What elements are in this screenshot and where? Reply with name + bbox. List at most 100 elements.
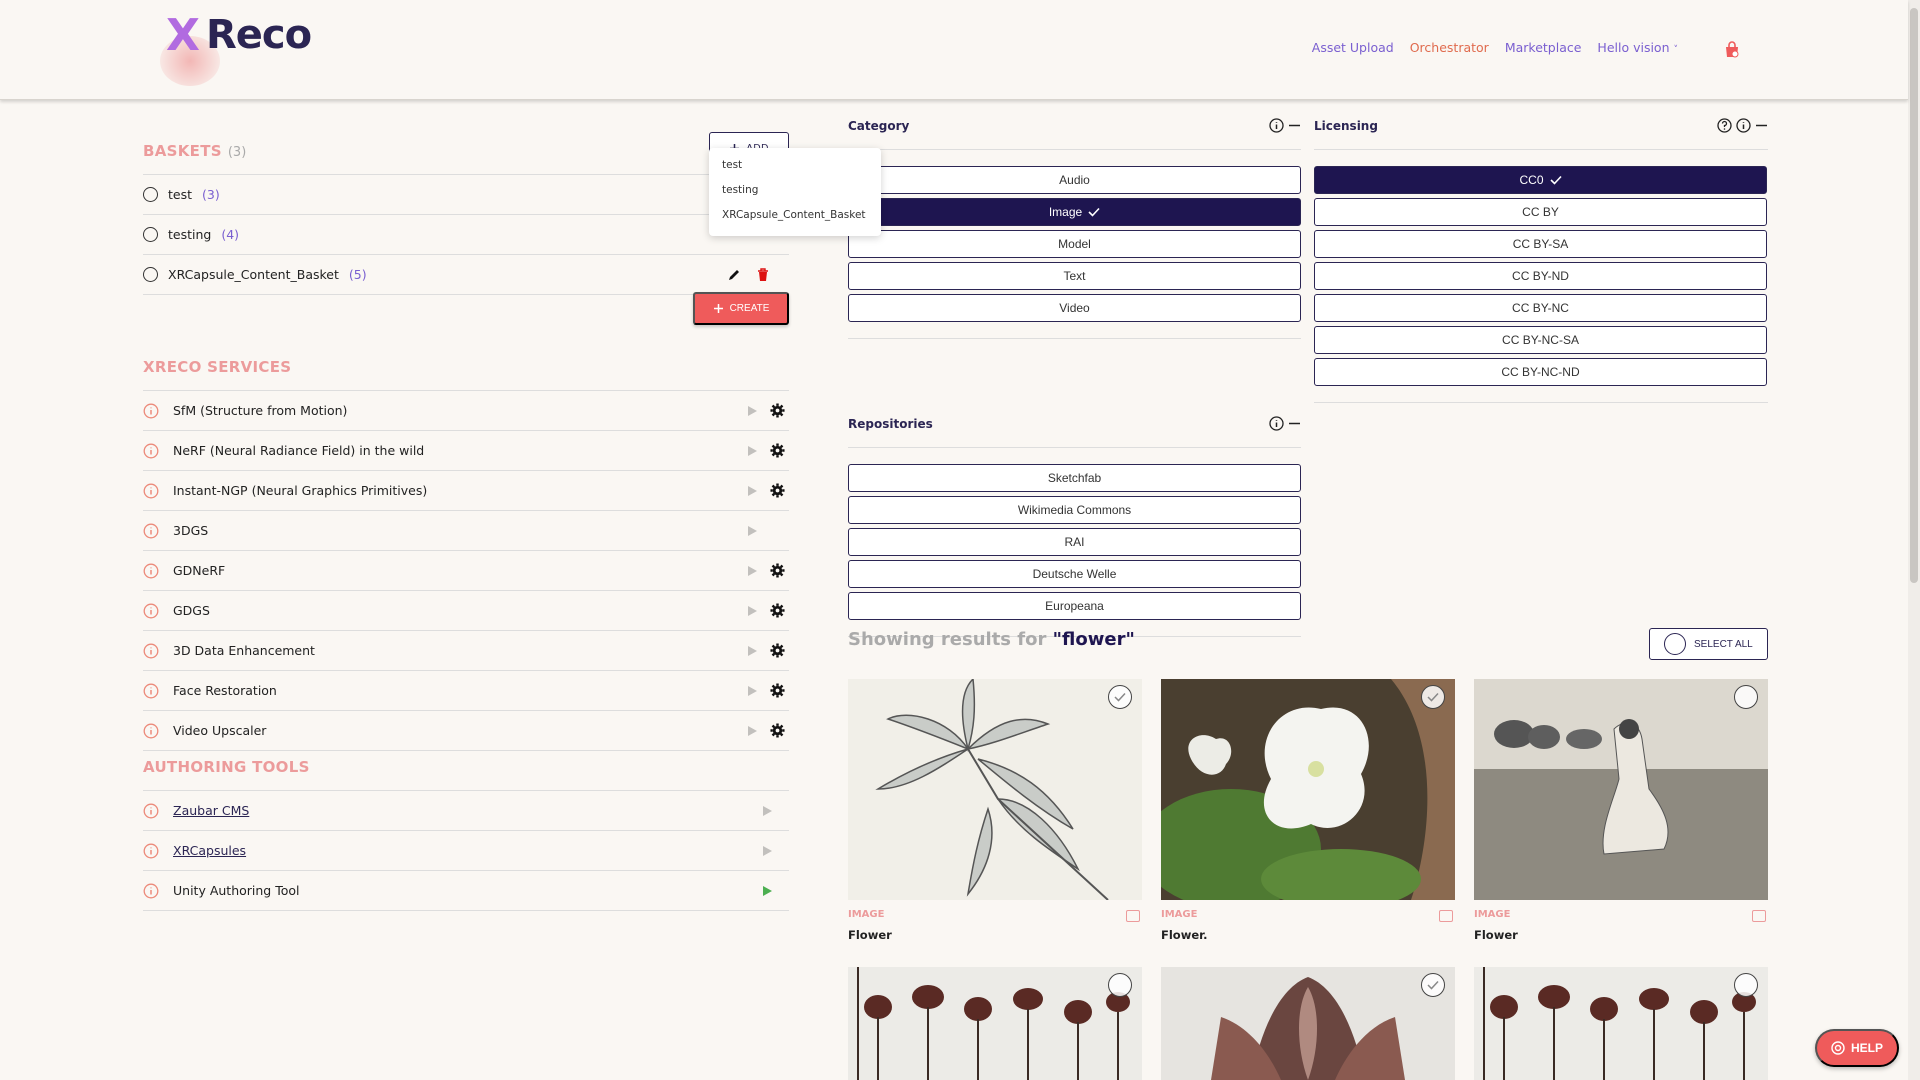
dropdown-item[interactable]: test bbox=[709, 154, 881, 179]
select-checkbox[interactable] bbox=[1108, 973, 1132, 997]
select-checkbox[interactable] bbox=[1734, 973, 1758, 997]
help-button[interactable]: HELP bbox=[1815, 1029, 1899, 1067]
info-icon[interactable] bbox=[1269, 416, 1284, 431]
repository-option[interactable]: Wikimedia Commons bbox=[848, 496, 1301, 524]
service-item[interactable]: Face Restoration bbox=[143, 671, 789, 711]
service-item[interactable]: GDNeRF bbox=[143, 551, 789, 591]
result-card[interactable] bbox=[1161, 967, 1455, 1080]
licensing-option[interactable]: CC0 bbox=[1314, 166, 1767, 194]
result-card[interactable] bbox=[1474, 967, 1768, 1080]
gear-icon[interactable] bbox=[770, 443, 785, 458]
basket-radio[interactable] bbox=[143, 267, 158, 282]
info-icon[interactable] bbox=[1269, 118, 1284, 133]
info-icon[interactable] bbox=[143, 603, 159, 619]
card-caption[interactable]: Flower. bbox=[1161, 928, 1208, 942]
info-icon[interactable] bbox=[143, 683, 159, 699]
play-icon[interactable] bbox=[746, 685, 758, 697]
play-icon[interactable] bbox=[746, 605, 758, 617]
info-icon[interactable] bbox=[143, 483, 159, 499]
play-icon[interactable] bbox=[746, 445, 758, 457]
authoring-item[interactable]: Unity Authoring Tool bbox=[143, 871, 789, 911]
play-icon[interactable] bbox=[761, 885, 773, 897]
authoring-name[interactable]: XRCapsules bbox=[173, 843, 246, 858]
info-icon[interactable] bbox=[143, 403, 159, 419]
category-option[interactable]: Video bbox=[848, 294, 1301, 322]
licensing-option[interactable]: CC BY-NC-SA bbox=[1314, 326, 1767, 354]
authoring-item[interactable]: Zaubar CMS bbox=[143, 791, 789, 831]
play-icon[interactable] bbox=[761, 805, 773, 817]
play-icon[interactable] bbox=[746, 565, 758, 577]
service-item[interactable]: Instant-NGP (Neural Graphics Primitives) bbox=[143, 471, 789, 511]
repository-option[interactable]: RAI bbox=[848, 528, 1301, 556]
category-option[interactable]: Image bbox=[848, 198, 1301, 226]
basket-row[interactable]: testing (4) bbox=[143, 215, 789, 255]
info-icon[interactable] bbox=[143, 523, 159, 539]
result-thumbnail[interactable] bbox=[848, 679, 1142, 900]
info-icon[interactable] bbox=[1736, 118, 1751, 133]
create-basket-button[interactable]: CREATE bbox=[693, 292, 789, 325]
gear-icon[interactable] bbox=[770, 603, 785, 618]
result-thumbnail[interactable] bbox=[1474, 679, 1768, 900]
info-icon[interactable] bbox=[143, 563, 159, 579]
play-icon[interactable] bbox=[746, 525, 758, 537]
repository-option[interactable]: Europeana bbox=[848, 592, 1301, 620]
result-thumbnail[interactable] bbox=[1161, 967, 1455, 1080]
select-all-button[interactable]: SELECT ALL bbox=[1649, 628, 1768, 660]
authoring-item[interactable]: XRCapsules bbox=[143, 831, 789, 871]
authoring-name[interactable]: Zaubar CMS bbox=[173, 803, 249, 818]
play-icon[interactable] bbox=[746, 485, 758, 497]
select-checkbox[interactable] bbox=[1421, 973, 1445, 997]
licensing-option[interactable]: CC BY-NC bbox=[1314, 294, 1767, 322]
gear-icon[interactable] bbox=[770, 683, 785, 698]
play-icon[interactable] bbox=[746, 725, 758, 737]
category-option[interactable]: Text bbox=[848, 262, 1301, 290]
nav-marketplace[interactable]: Marketplace bbox=[1505, 40, 1582, 55]
collapse-icon[interactable] bbox=[1288, 119, 1301, 132]
result-thumbnail[interactable] bbox=[1161, 679, 1455, 900]
nav-asset-upload[interactable]: Asset Upload bbox=[1312, 40, 1394, 55]
gear-icon[interactable] bbox=[770, 403, 785, 418]
repository-option[interactable]: Sketchfab bbox=[848, 464, 1301, 492]
licensing-option[interactable]: CC BY-SA bbox=[1314, 230, 1767, 258]
delete-trash-icon[interactable] bbox=[757, 267, 769, 282]
info-icon[interactable] bbox=[143, 723, 159, 739]
result-thumbnail[interactable] bbox=[848, 967, 1142, 1080]
result-thumbnail[interactable] bbox=[1474, 967, 1768, 1080]
result-card[interactable]: IMAGE Flower bbox=[848, 679, 1142, 942]
edit-pencil-icon[interactable] bbox=[727, 268, 741, 282]
service-item[interactable]: NeRF (Neural Radiance Field) in the wild bbox=[143, 431, 789, 471]
category-option[interactable]: Audio bbox=[848, 166, 1301, 194]
user-menu[interactable]: Hello vision ˅ bbox=[1597, 40, 1678, 55]
play-icon[interactable] bbox=[746, 645, 758, 657]
info-icon[interactable] bbox=[143, 643, 159, 659]
basket-radio[interactable] bbox=[143, 227, 158, 242]
licensing-option[interactable]: CC BY-NC-ND bbox=[1314, 358, 1767, 386]
basket-row[interactable]: XRCapsule_Content_Basket (5) bbox=[143, 255, 789, 295]
gear-icon[interactable] bbox=[770, 643, 785, 658]
collapse-icon[interactable] bbox=[1755, 119, 1768, 132]
licensing-option[interactable]: CC BY-ND bbox=[1314, 262, 1767, 290]
dropdown-item[interactable]: XRCapsule_Content_Basket bbox=[709, 204, 881, 229]
select-checkbox[interactable] bbox=[1108, 685, 1132, 709]
service-item[interactable]: 3D Data Enhancement bbox=[143, 631, 789, 671]
service-item[interactable]: GDGS bbox=[143, 591, 789, 631]
nav-orchestrator[interactable]: Orchestrator bbox=[1410, 40, 1489, 55]
select-checkbox[interactable] bbox=[1734, 685, 1758, 709]
gear-icon[interactable] bbox=[770, 483, 785, 498]
scrollbar-thumb[interactable] bbox=[1910, 8, 1918, 583]
basket-radio[interactable] bbox=[143, 187, 158, 202]
basket-bag-icon[interactable] bbox=[1723, 41, 1741, 59]
result-card[interactable] bbox=[848, 967, 1142, 1080]
gear-icon[interactable] bbox=[770, 723, 785, 738]
gear-icon[interactable] bbox=[770, 563, 785, 578]
info-icon[interactable] bbox=[143, 443, 159, 459]
category-option[interactable]: Model bbox=[848, 230, 1301, 258]
info-icon[interactable] bbox=[143, 803, 159, 819]
page-scrollbar[interactable] bbox=[1908, 0, 1920, 1080]
service-item[interactable]: 3DGS bbox=[143, 511, 789, 551]
dropdown-item[interactable]: testing bbox=[709, 179, 881, 204]
info-icon[interactable] bbox=[143, 883, 159, 899]
play-icon[interactable] bbox=[761, 845, 773, 857]
repository-option[interactable]: Deutsche Welle bbox=[848, 560, 1301, 588]
select-checkbox[interactable] bbox=[1421, 685, 1445, 709]
